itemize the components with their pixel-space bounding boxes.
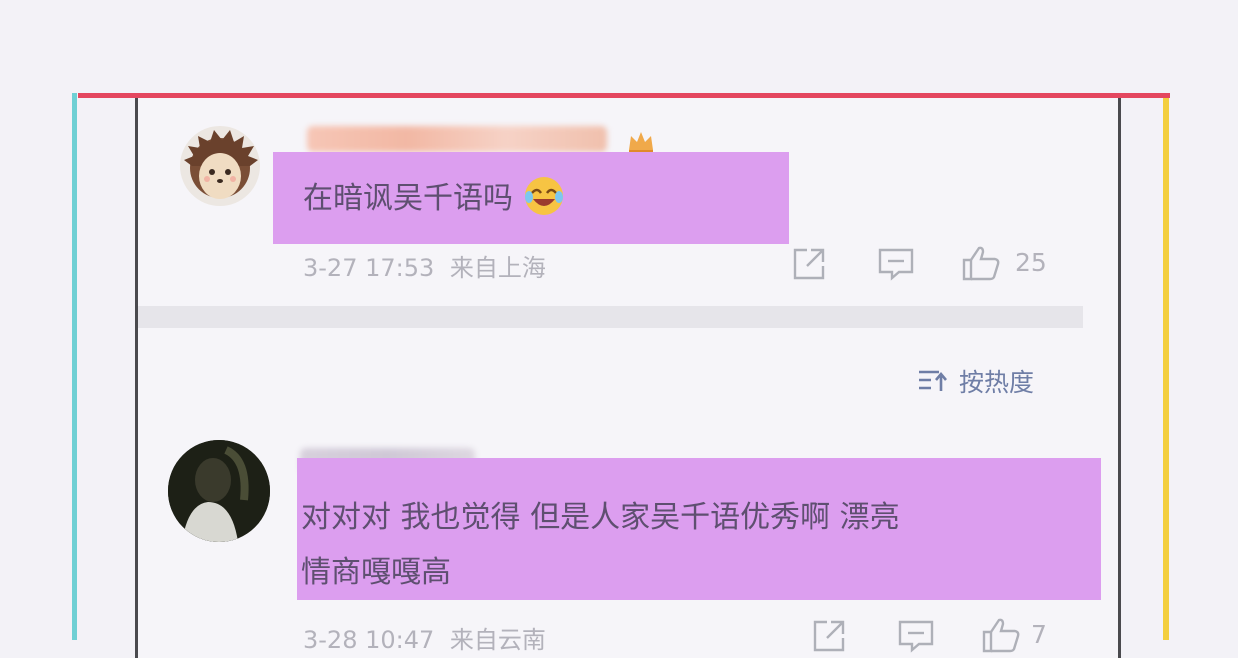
comment-location: 来自云南 bbox=[449, 626, 546, 654]
left-frame-line bbox=[72, 93, 77, 640]
share-icon bbox=[793, 248, 825, 280]
comment-text-line-2: 情商嘎嘎高 bbox=[301, 555, 451, 590]
hedgehog-avatar-icon bbox=[184, 130, 258, 199]
section-divider bbox=[138, 306, 1083, 328]
comment-location: 来自上海 bbox=[449, 254, 546, 282]
share-button[interactable] bbox=[791, 246, 829, 282]
avatar[interactable] bbox=[168, 440, 270, 542]
avatar[interactable] bbox=[180, 126, 260, 206]
share-button[interactable] bbox=[811, 618, 849, 654]
thumbs-up-icon bbox=[982, 618, 1020, 653]
like-count: 25 bbox=[1015, 248, 1047, 277]
comment-body: 在暗讽吴千语吗 bbox=[303, 181, 513, 216]
comment-text-line-1: 对对对 我也觉得 但是人家吴千语优秀啊 漂亮 bbox=[301, 500, 900, 535]
like-button[interactable] bbox=[981, 616, 1021, 654]
sort-icon bbox=[919, 370, 947, 391]
sort-by-hot-button[interactable]: 按热度 bbox=[917, 363, 1034, 399]
comment-icon bbox=[878, 248, 914, 281]
laughing-crying-emoji-icon bbox=[524, 177, 563, 215]
comment-meta: 3-28 10:47 来自云南 bbox=[303, 620, 546, 655]
like-button[interactable] bbox=[961, 244, 1001, 282]
like-count: 7 bbox=[1031, 620, 1047, 649]
comment-date: 3-28 10:47 bbox=[303, 626, 435, 654]
username-blurred[interactable] bbox=[307, 126, 607, 152]
comment-text: 在暗讽吴千语吗 bbox=[303, 172, 565, 226]
comment-icon bbox=[898, 620, 934, 653]
reply-button[interactable] bbox=[897, 618, 935, 654]
thumbs-up-icon bbox=[962, 246, 1000, 281]
phone-left-edge bbox=[135, 98, 138, 658]
share-icon bbox=[813, 620, 845, 652]
person-avatar-icon bbox=[168, 440, 270, 542]
comment-date: 3-27 17:53 bbox=[303, 254, 435, 282]
sort-label: 按热度 bbox=[959, 368, 1035, 397]
screenshot-panel: 在暗讽吴千语吗 3-27 17:53 来自上海 25 按热度 对对对 我也觉得 … bbox=[135, 98, 1121, 658]
comment-meta: 3-27 17:53 来自上海 bbox=[303, 248, 546, 283]
right-frame-line bbox=[1163, 98, 1169, 640]
phone-right-edge bbox=[1118, 98, 1121, 658]
reply-button[interactable] bbox=[877, 246, 915, 282]
